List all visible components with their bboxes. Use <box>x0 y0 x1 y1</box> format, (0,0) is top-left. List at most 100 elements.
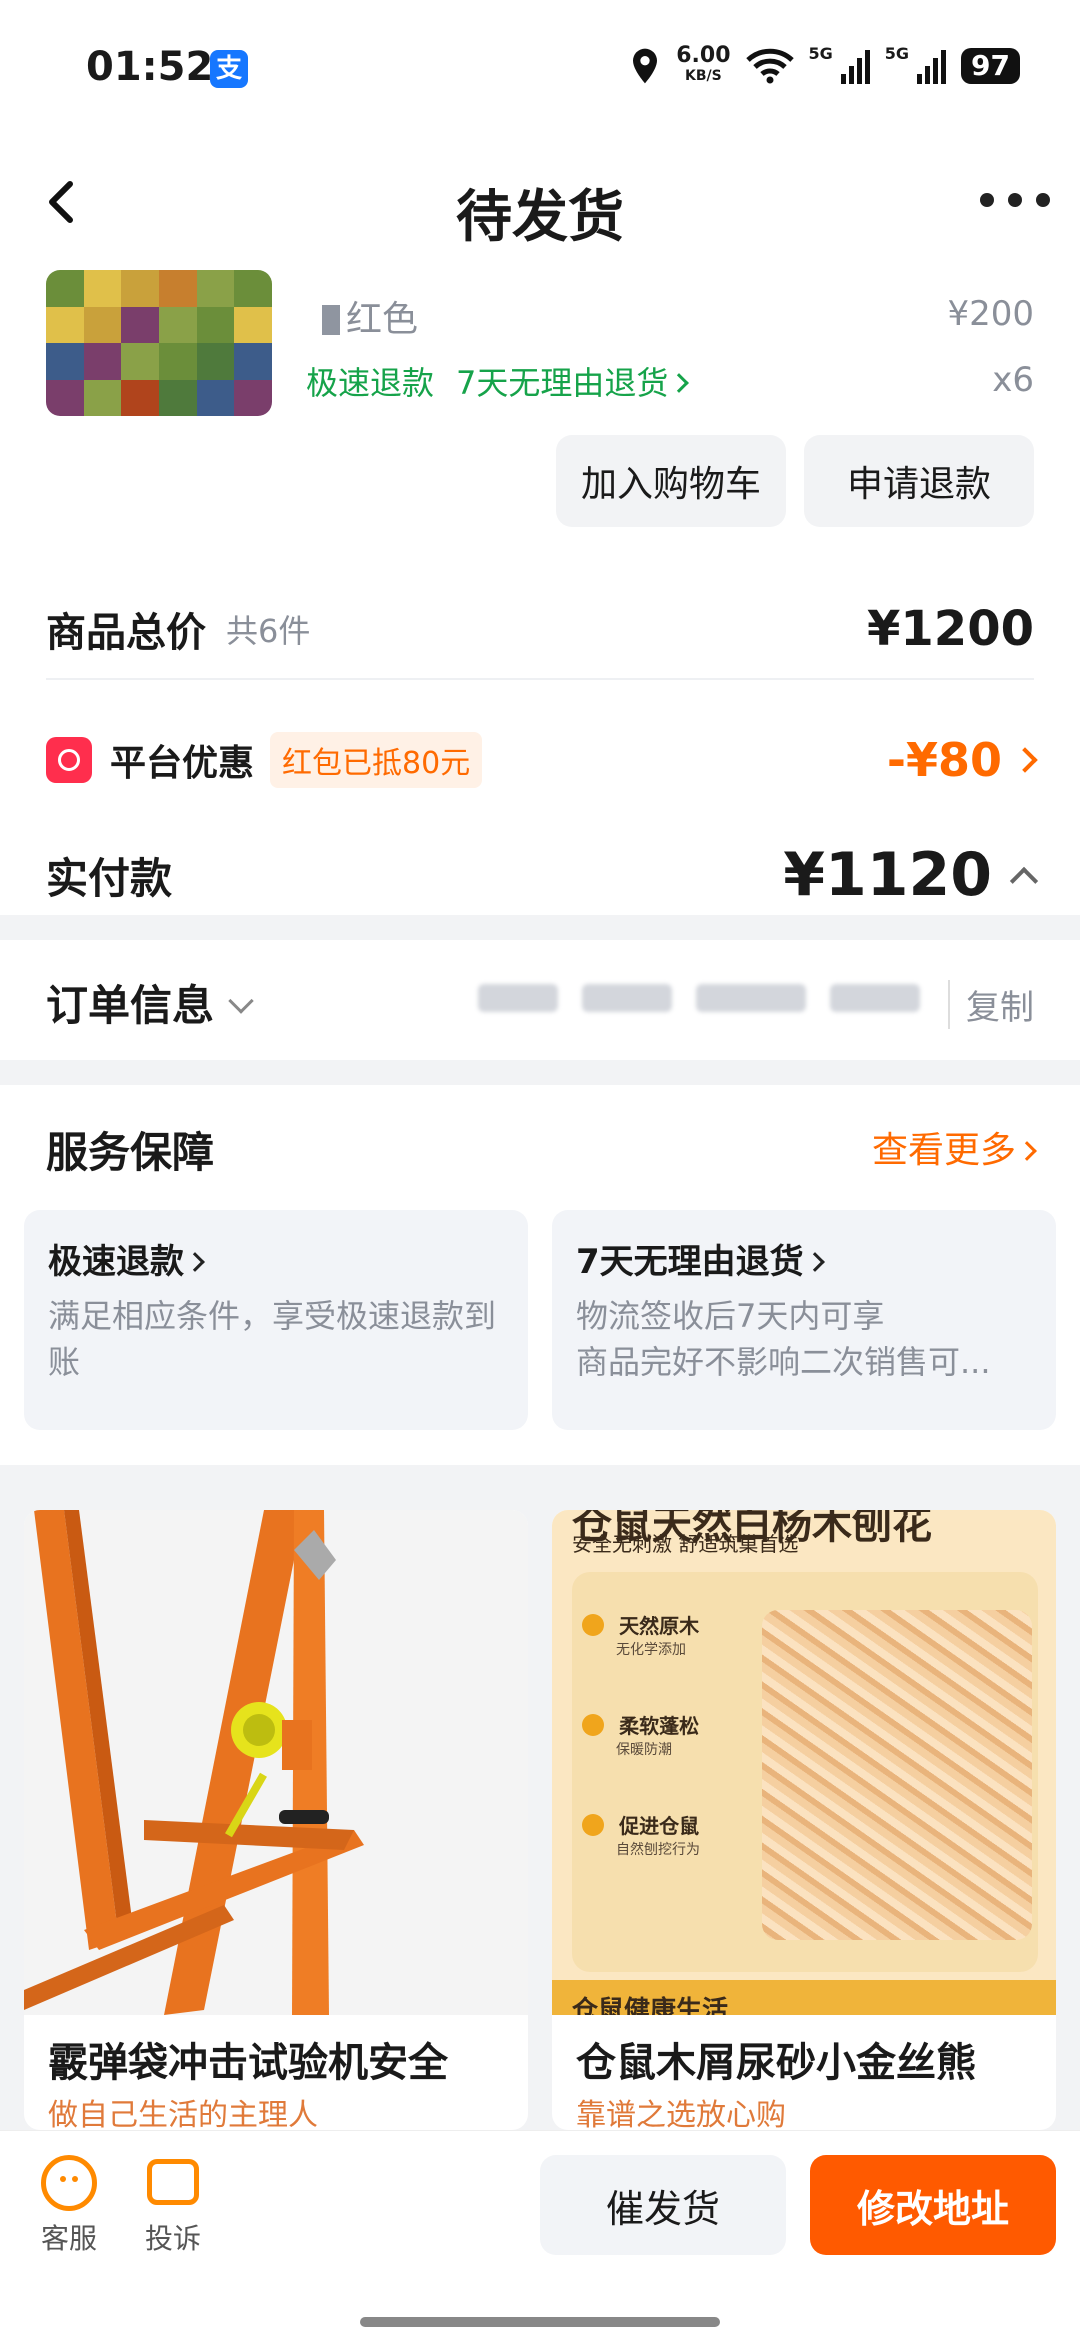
chevron-right-icon <box>804 1252 825 1272</box>
thumbnail-pixel <box>196 379 235 416</box>
service-guarantee-card: 服务保障 查看更多 极速退款 满足相应条件，享受极速退款到账 7天无理由退货 物… <box>0 1085 1080 1465</box>
check-icon <box>582 1613 604 1636</box>
thumbnail-pixel <box>83 306 122 343</box>
add-to-cart-button[interactable]: 加入购物车 <box>556 435 786 527</box>
tag-fast-refund: 极速退款 <box>306 364 435 402</box>
thumbnail-pixel <box>46 306 84 343</box>
thumbnail-pixel <box>234 343 272 380</box>
net-speed: 6.00 KB/S <box>676 43 731 85</box>
thumbnail-pixel <box>196 306 235 343</box>
product-variant: 红色 <box>322 290 418 342</box>
chevron-right-icon <box>1017 1141 1037 1161</box>
discount-label: 平台优惠 <box>110 743 255 784</box>
product-tags[interactable]: 极速退款 7天无理由退货 <box>306 358 690 404</box>
thumbnail-pixel <box>121 379 159 416</box>
image-footer-text: 仓鼠健康生活 <box>572 1996 729 2015</box>
thumbnail-pixel <box>46 379 84 416</box>
recommend-title: 霰弹袋冲击试验机安全 <box>48 2040 448 2086</box>
nav-bar: 待发货 <box>0 140 1080 270</box>
signal-label-2: 5G <box>884 44 910 63</box>
recommend-item[interactable]: 仓鼠天然白杨木刨花 安全无刺激 舒适筑巢首选 天然原木 无化学添加 柔软蓬松 保… <box>552 1510 1056 2130</box>
red-packet-icon <box>46 737 92 783</box>
order-number-redacted <box>478 984 920 1012</box>
feature-item: 天然原木 无化学添加 <box>582 1610 752 1700</box>
service-7day-return-line2: 商品完好不影响二次销售可... <box>576 1343 991 1381</box>
page-title: 待发货 <box>456 185 624 250</box>
service-fast-refund[interactable]: 极速退款 满足相应条件，享受极速退款到账 <box>24 1210 528 1430</box>
customer-service-icon <box>41 2155 97 2211</box>
wood-shavings-photo <box>762 1610 1032 1940</box>
product-quantity: x6 <box>992 360 1034 400</box>
discount-value: -¥80 <box>886 733 1002 787</box>
thumbnail-pixel <box>83 270 122 307</box>
recommend-title: 仓鼠木屑尿砂小金丝熊 <box>576 2040 976 2086</box>
total-price-label: 商品总价 <box>46 610 206 656</box>
wifi-icon <box>745 48 794 84</box>
thumbnail-pixel <box>46 270 84 307</box>
order-info-title: 订单信息 <box>46 972 254 1033</box>
signal-label-1: 5G <box>808 44 833 63</box>
service-7day-return[interactable]: 7天无理由退货 物流签收后7天内可享 商品完好不影响二次销售可... <box>552 1210 1056 1430</box>
recommend-item[interactable]: 霰弹袋冲击试验机安全 做自己生活的主理人 <box>24 1510 528 2130</box>
chevron-right-icon <box>669 373 690 393</box>
total-price-value: ¥1200 <box>867 601 1034 657</box>
product-price: ¥200 <box>947 294 1034 334</box>
urge-shipping-button[interactable]: 催发货 <box>540 2155 786 2255</box>
complaint-button[interactable]: 投诉 <box>140 2155 206 2257</box>
thumbnail-pixel <box>159 270 197 307</box>
order-summary-card: 红色 ¥200 x6 极速退款 7天无理由退货 加入购物车 申请退款 商品总价 … <box>0 270 1080 915</box>
feature-item: 柔软蓬松 保暖防潮 <box>582 1710 752 1800</box>
thumbnail-pixel <box>121 343 159 380</box>
thumbnail-pixel <box>234 270 272 307</box>
view-more-link[interactable]: 查看更多 <box>872 1121 1037 1173</box>
location-icon <box>633 48 658 84</box>
check-icon <box>582 1713 604 1736</box>
thumbnail-pixel <box>121 270 159 307</box>
customer-service-button[interactable]: 客服 <box>36 2155 102 2257</box>
thumbnail-pixel <box>121 306 159 343</box>
thumbnail-pixel <box>46 343 84 380</box>
discount-badge: 红包已抵80元 <box>270 732 483 788</box>
service-7day-return-title: 7天无理由退货 <box>576 1234 1032 1283</box>
redacted-mark <box>322 305 340 335</box>
thumbnail-pixel <box>159 379 197 416</box>
chevron-right-icon <box>185 1252 205 1272</box>
signal-icon-2 <box>917 50 947 84</box>
complaint-label: 投诉 <box>144 2222 201 2255</box>
order-info-card[interactable]: 订单信息 复制 <box>0 940 1080 1060</box>
complaint-icon <box>147 2159 199 2205</box>
change-address-button[interactable]: 修改地址 <box>810 2155 1056 2255</box>
signal-icon-1 <box>840 50 870 84</box>
thumbnail-pixel <box>196 270 235 307</box>
product-thumbnail[interactable] <box>46 270 272 416</box>
chevron-right-icon <box>1012 747 1038 773</box>
total-count: 共6件 <box>226 612 311 650</box>
paid-value: ¥1120 <box>783 840 992 910</box>
bottom-action-bar: 客服 投诉 催发货 修改地址 <box>0 2130 1080 2344</box>
image-tagline: 安全无刺激 舒适筑巢首选 <box>572 1532 799 1556</box>
more-dot-icon <box>980 193 994 207</box>
status-time: 01:52 <box>86 44 214 90</box>
thumbnail-pixel <box>83 343 122 380</box>
service-fast-refund-title: 极速退款 <box>48 1234 504 1283</box>
more-button[interactable] <box>980 180 1050 220</box>
copy-button[interactable]: 复制 <box>948 980 1034 1029</box>
product-image-wood-shavings: 仓鼠天然白杨木刨花 安全无刺激 舒适筑巢首选 天然原木 无化学添加 柔软蓬松 保… <box>552 1510 1056 2015</box>
feature-list: 天然原木 无化学添加 柔软蓬松 保暖防潮 促进仓鼠 自然刨挖行为 <box>582 1610 752 1900</box>
recommend-subtitle: 做自己生活的主理人 <box>48 2098 318 2130</box>
alipay-icon: 支 <box>210 50 248 88</box>
thumbnail-pixel <box>234 379 272 416</box>
customer-service-label: 客服 <box>40 2222 97 2255</box>
tag-7day-return: 7天无理由退货 <box>456 358 690 404</box>
chevron-up-icon <box>1009 866 1039 896</box>
feature-item: 促进仓鼠 自然刨挖行为 <box>582 1810 752 1900</box>
home-indicator[interactable] <box>360 2317 720 2327</box>
request-refund-button[interactable]: 申请退款 <box>804 435 1034 527</box>
thumbnail-pixel <box>196 343 235 380</box>
recommend-subtitle: 靠谱之选放心购 <box>576 2098 786 2130</box>
paid-amount-row[interactable]: 实付款 ¥1120 <box>46 825 1039 925</box>
total-price-row: 商品总价 共6件 ¥1200 <box>46 580 1034 680</box>
battery-level: 97 <box>961 48 1020 84</box>
product-image-test-machine <box>24 1510 528 2015</box>
platform-discount-row[interactable]: 平台优惠 红包已抵80元 -¥80 <box>46 710 1038 810</box>
